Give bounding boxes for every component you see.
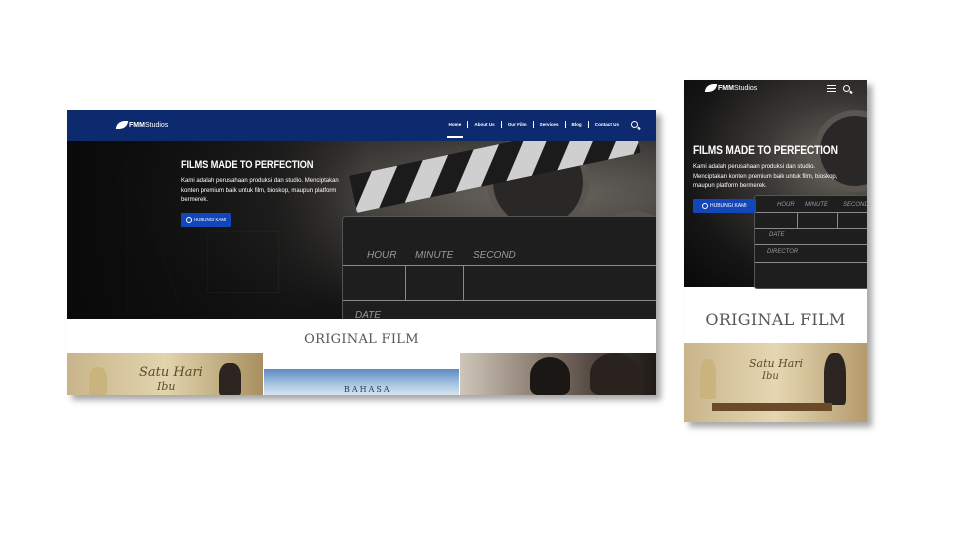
- clapper-label-second: SECOND: [473, 250, 516, 261]
- actor-figure: [824, 353, 846, 405]
- clapper-label-hour: HOUR: [367, 250, 397, 261]
- nav-item-blog[interactable]: Blog: [564, 121, 588, 128]
- film-poster-title: Satu Hari: [139, 365, 203, 380]
- hero-title: FILMS MADE TO PERFECTION: [693, 143, 838, 157]
- hero-content: FILMS MADE TO PERFECTION Kami adalah per…: [181, 159, 361, 228]
- section-title: ORIGINAL FILM: [304, 332, 419, 347]
- hamburger-menu-icon[interactable]: [827, 85, 836, 92]
- whatsapp-icon: [702, 202, 708, 209]
- film-thumbnail[interactable]: Satu Hari Ibu: [684, 343, 867, 422]
- clapper-label-date: DATE: [355, 310, 381, 319]
- film-thumbnail[interactable]: BAHASA: [264, 369, 459, 395]
- hero-title: FILMS MADE TO PERFECTION: [181, 159, 314, 171]
- actor-figure: [219, 363, 241, 395]
- bird-logo-icon: [704, 84, 718, 92]
- brand-name-rest: Studios: [144, 121, 169, 129]
- bird-logo-icon: [115, 121, 129, 129]
- nav-item-about-us[interactable]: About Us: [467, 121, 500, 128]
- section-title: ORIGINAL FILM: [705, 310, 846, 329]
- film-thumbnail[interactable]: Satu Hari Ibu: [67, 353, 263, 395]
- film-poster-title: BAHASA: [344, 385, 392, 394]
- mobile-mockup: HOUR MINUTE SECOND DATE DIRECTOR FMM Stud…: [684, 80, 867, 422]
- hero-description: Kami adalah perusahaan produksi dan stud…: [181, 178, 339, 203]
- nav-item-contact-us[interactable]: Contact Us: [587, 121, 625, 128]
- clapper-label-minute: MINUTE: [415, 250, 454, 261]
- clapperboard: HOUR MINUTE SECOND DATE: [342, 216, 656, 319]
- film-poster-subtitle: Ibu: [157, 380, 176, 393]
- nav-item-services[interactable]: Services: [532, 121, 565, 128]
- contact-us-button-label: HUBUNGI KAMI: [710, 202, 747, 209]
- brand-name-bold: FMM: [718, 84, 734, 92]
- table: [712, 403, 832, 411]
- actor-figure: [590, 353, 640, 395]
- hero-banner: HOUR MINUTE SECOND DATE DIRECTOR FMM Stud…: [684, 80, 867, 289]
- film-poster-title: Satu Hari: [749, 357, 804, 370]
- whatsapp-icon: [186, 216, 192, 223]
- clapper-label-director: DIRECTOR: [767, 249, 799, 255]
- desktop-mockup: FMM Studios Home About Us Our Film Servic…: [67, 110, 656, 395]
- actor-figure: [89, 367, 107, 395]
- actor-figure: [530, 357, 570, 395]
- contact-us-button-label: HUBUNGI KAMI: [194, 217, 227, 222]
- brand-name-rest: Studios: [733, 84, 758, 92]
- hero-banner: HOUR MINUTE SECOND DATE FILMS MADE TO PE…: [67, 141, 656, 319]
- search-icon[interactable]: [843, 85, 850, 92]
- film-thumbnail[interactable]: [460, 353, 656, 395]
- navbar: FMM Studios Home About Us Our Film Servic…: [67, 110, 656, 141]
- search-icon[interactable]: [631, 121, 638, 128]
- hero-content: FILMS MADE TO PERFECTION Kami adalah per…: [693, 143, 863, 214]
- contact-us-button[interactable]: HUBUNGI KAMI: [693, 198, 756, 213]
- nav-item-home[interactable]: Home: [443, 121, 468, 138]
- brand-name-bold: FMM: [129, 121, 145, 129]
- nav-menu: Home About Us Our Film Services Blog Con…: [443, 121, 638, 138]
- nav-item-our-film[interactable]: Our Film: [500, 121, 533, 128]
- brand-logo[interactable]: FMM Studios: [704, 84, 758, 92]
- hero-description: Kami adalah perusahaan produksi dan stud…: [693, 164, 838, 189]
- brand-logo[interactable]: FMM Studios: [115, 121, 169, 129]
- contact-us-button[interactable]: HUBUNGI KAMI: [181, 212, 232, 227]
- clapper-label-date: DATE: [769, 232, 785, 238]
- film-poster-subtitle: Ibu: [762, 371, 779, 382]
- actor-figure: [700, 359, 716, 399]
